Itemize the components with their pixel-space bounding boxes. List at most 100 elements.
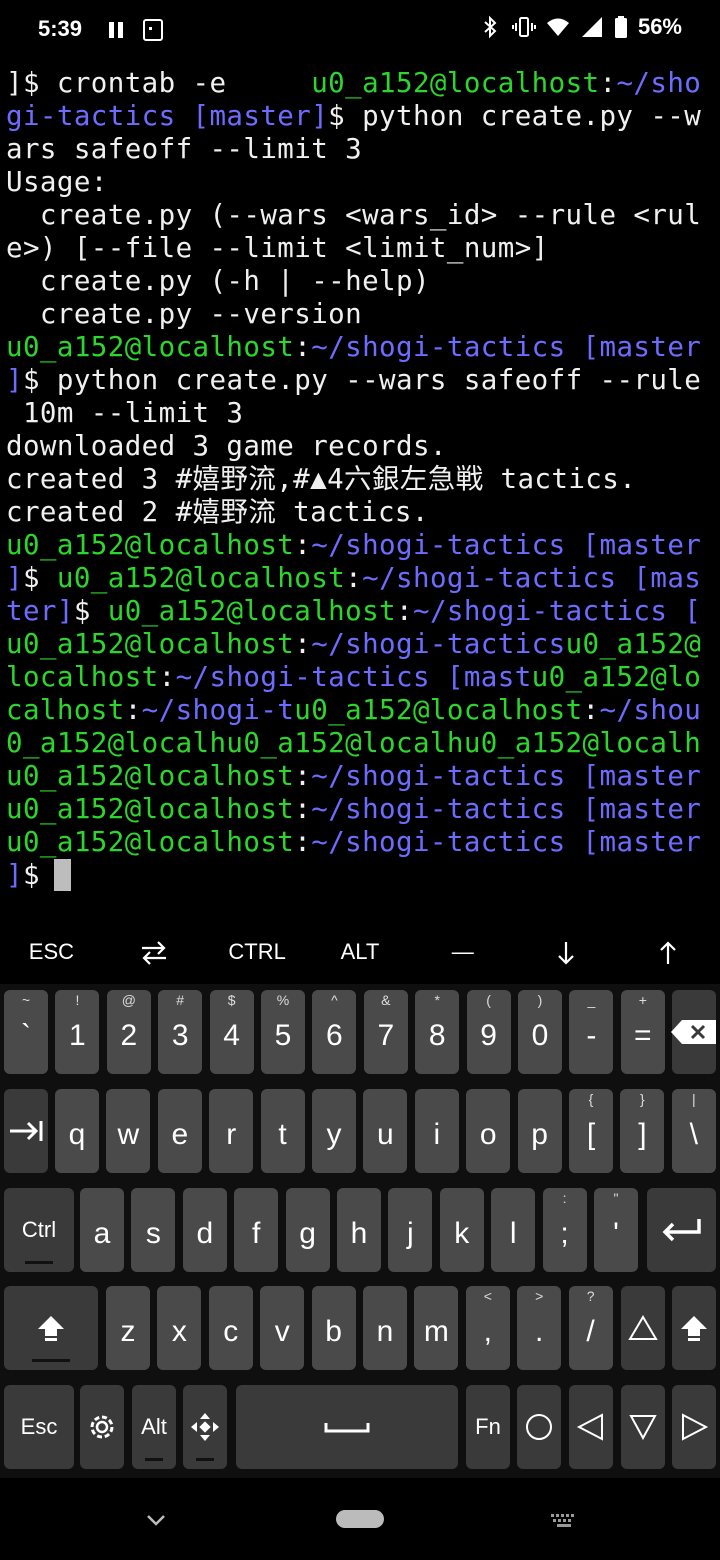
key-label: a	[93, 1217, 111, 1251]
key-label: 6	[326, 1019, 343, 1053]
triangle-up-key[interactable]	[621, 1286, 665, 1370]
extra-key-alt[interactable]: ALT	[309, 939, 411, 965]
extra-key-dash[interactable]: —	[412, 939, 514, 965]
extra-key-up[interactable]	[617, 938, 719, 965]
dpad-key[interactable]	[183, 1385, 227, 1469]
key-'[interactable]: " '	[594, 1188, 638, 1272]
extra-key-esc[interactable]: ESC	[0, 939, 102, 965]
key-][interactable]: }]	[620, 1089, 665, 1173]
key-o[interactable]: o	[466, 1089, 511, 1173]
key-p[interactable]: p	[517, 1089, 562, 1173]
key-7[interactable]: & 7	[363, 990, 408, 1074]
esc-key[interactable]: Esc	[4, 1385, 74, 1469]
shift-icon	[681, 1316, 707, 1341]
key-u[interactable]: u	[363, 1089, 408, 1173]
key-h[interactable]: h	[337, 1188, 381, 1272]
extra-key-down[interactable]	[515, 938, 617, 965]
terminal-line: u0_a152@localhost:~/shogi-tacticsu0_a152…	[6, 628, 716, 661]
terminal-text: ~/shogi-tactics [master	[311, 760, 702, 792]
key-8[interactable]: * 8	[415, 990, 460, 1074]
key-9[interactable]: (9	[466, 990, 511, 1074]
key-i[interactable]: i	[414, 1089, 459, 1173]
key-label: i	[433, 1118, 441, 1152]
space-key[interactable]	[236, 1385, 458, 1469]
key-0[interactable]: ) 0	[518, 990, 562, 1074]
key-`[interactable]: ~ `	[4, 990, 48, 1074]
key-v[interactable]: v	[260, 1286, 305, 1370]
key-5[interactable]: % 5	[261, 990, 305, 1074]
triangle-right-key[interactable]	[672, 1385, 716, 1469]
key-r[interactable]: r	[209, 1089, 254, 1173]
key-s[interactable]: s	[131, 1188, 176, 1272]
key-l[interactable]: l	[491, 1188, 536, 1272]
key-a[interactable]: a	[80, 1188, 124, 1272]
key-.[interactable]: >.	[517, 1286, 562, 1370]
terminal-text: ]	[6, 562, 23, 594]
key-y[interactable]: y	[312, 1089, 356, 1173]
key-backslash[interactable]: | \	[671, 1089, 716, 1173]
key-/[interactable]: ? /	[568, 1286, 613, 1370]
tab-key[interactable]	[4, 1089, 48, 1173]
terminal-output[interactable]: ]$ crontab -e u0_a152@localhost:~/sho gi-…	[6, 67, 716, 892]
terminal-line: create.py --version	[6, 298, 716, 331]
key-,[interactable]: <,	[465, 1286, 510, 1370]
terminal-text: :	[294, 331, 312, 363]
triangle-left-icon	[576, 1413, 603, 1441]
key-2[interactable]: @2	[106, 990, 151, 1074]
extra-key-tab[interactable]	[103, 938, 205, 965]
key-d[interactable]: d	[182, 1188, 227, 1272]
key-e[interactable]: e	[157, 1089, 202, 1173]
key-1[interactable]: ! 1	[55, 990, 100, 1074]
terminal-text: :	[396, 595, 413, 627]
key-label: d	[196, 1217, 214, 1251]
key-t[interactable]: t	[260, 1089, 305, 1173]
extra-key-ctrl[interactable]: CTRL	[206, 939, 308, 965]
home-pill[interactable]	[336, 1510, 384, 1528]
key-3[interactable]: #3	[158, 990, 203, 1074]
fn-key[interactable]: Fn	[466, 1385, 510, 1469]
settings-key[interactable]	[80, 1385, 124, 1469]
enter-key[interactable]	[647, 1188, 716, 1272]
key-secondary-label: ^	[331, 992, 338, 1008]
ctrl-key[interactable]: Ctrl	[4, 1188, 74, 1272]
key-g[interactable]: g	[285, 1188, 330, 1272]
key-label: j	[407, 1217, 414, 1251]
chevron-down-icon[interactable]	[140, 1508, 172, 1532]
key-secondary-label: "	[613, 1190, 619, 1206]
key-b[interactable]: b	[311, 1286, 356, 1370]
key-=[interactable]: + =	[620, 990, 665, 1074]
terminal-line: gi-tactics [master]$ python create.py --…	[6, 100, 716, 133]
key-c[interactable]: c	[208, 1286, 253, 1370]
keyboard-switch-icon[interactable]	[548, 1508, 580, 1532]
key-n[interactable]: n	[363, 1286, 407, 1370]
key-label: l	[509, 1217, 517, 1251]
key-[[interactable]: {[	[569, 1089, 613, 1173]
key-label: 8	[428, 1019, 446, 1053]
key-label: ,	[483, 1315, 492, 1349]
key-m[interactable]: m	[414, 1286, 459, 1370]
key-x[interactable]: x	[157, 1286, 202, 1370]
key-indicator	[196, 1458, 214, 1461]
terminal-line: ]$ u0_a152@localhost:~/shogi-tactics [ma…	[6, 562, 716, 595]
key-secondary-label: #	[176, 992, 185, 1008]
key-;[interactable]: :;	[542, 1188, 587, 1272]
key-k[interactable]: k	[439, 1188, 484, 1272]
alt-key[interactable]: Alt	[132, 1385, 176, 1469]
triangle-down-key[interactable]	[621, 1385, 665, 1469]
key-label: Alt	[141, 1414, 167, 1439]
terminal-text: :	[294, 628, 312, 660]
key-6[interactable]: ^ 6	[312, 990, 357, 1074]
key--[interactable]: _ -	[569, 990, 614, 1074]
key-f[interactable]: f	[234, 1188, 279, 1272]
key-4[interactable]: $4	[209, 990, 254, 1074]
triangle-left-key[interactable]	[569, 1385, 613, 1469]
key-j[interactable]: j	[388, 1188, 433, 1272]
key-label: 3	[171, 1019, 189, 1053]
shift-key-left[interactable]	[4, 1286, 98, 1370]
key-z[interactable]: z	[106, 1286, 150, 1370]
shift-key-right[interactable]	[672, 1286, 716, 1370]
backspace-key[interactable]	[671, 990, 717, 1074]
key-w[interactable]: w	[106, 1089, 151, 1173]
key-q[interactable]: q	[55, 1089, 99, 1173]
circle-key[interactable]	[517, 1385, 561, 1469]
